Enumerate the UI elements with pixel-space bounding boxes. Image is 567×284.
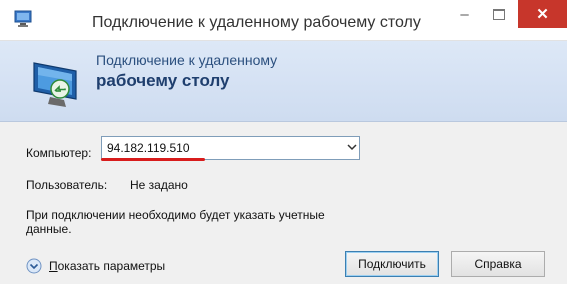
user-value: Не задано — [130, 178, 188, 192]
computer-input-value[interactable]: 94.182.119.510 — [107, 141, 190, 155]
user-label: Пользователь: — [26, 178, 108, 192]
red-underline-annotation — [101, 158, 205, 161]
maximize-icon — [492, 8, 505, 20]
connect-button[interactable]: Подключить — [345, 251, 439, 277]
minimize-button[interactable]: – — [447, 0, 482, 28]
chevron-down-icon[interactable] — [347, 142, 357, 152]
close-icon: ✕ — [536, 6, 549, 23]
rdp-window: Подключение к удаленному рабочему столу … — [0, 0, 567, 284]
title-bar[interactable]: Подключение к удаленному рабочему столу … — [0, 0, 567, 41]
credentials-hint: При подключении необходимо будет указать… — [26, 208, 325, 236]
minimize-icon: – — [460, 5, 469, 23]
remote-desktop-monitor-icon — [33, 62, 77, 107]
remote-desktop-app-icon — [14, 10, 32, 27]
header-band — [0, 41, 567, 122]
expand-chevron-icon — [26, 258, 42, 274]
header-subtitle: Подключение к удаленному — [96, 52, 278, 68]
header-title: рабочему столу — [96, 71, 230, 90]
show-options-button[interactable]: Показать параметры — [26, 257, 165, 275]
help-button[interactable]: Справка — [451, 251, 545, 277]
computer-label: Компьютер: — [26, 146, 92, 160]
computer-combobox[interactable]: 94.182.119.510 — [101, 136, 360, 160]
show-options-text: оказать параметры — [57, 259, 166, 273]
show-options-accelerator: П — [49, 259, 58, 273]
window-title: Подключение к удаленному рабочему столу — [92, 14, 421, 31]
show-options-label[interactable]: Показать параметры — [49, 259, 165, 273]
maximize-button[interactable] — [482, 0, 515, 28]
close-button[interactable]: ✕ — [518, 0, 567, 28]
